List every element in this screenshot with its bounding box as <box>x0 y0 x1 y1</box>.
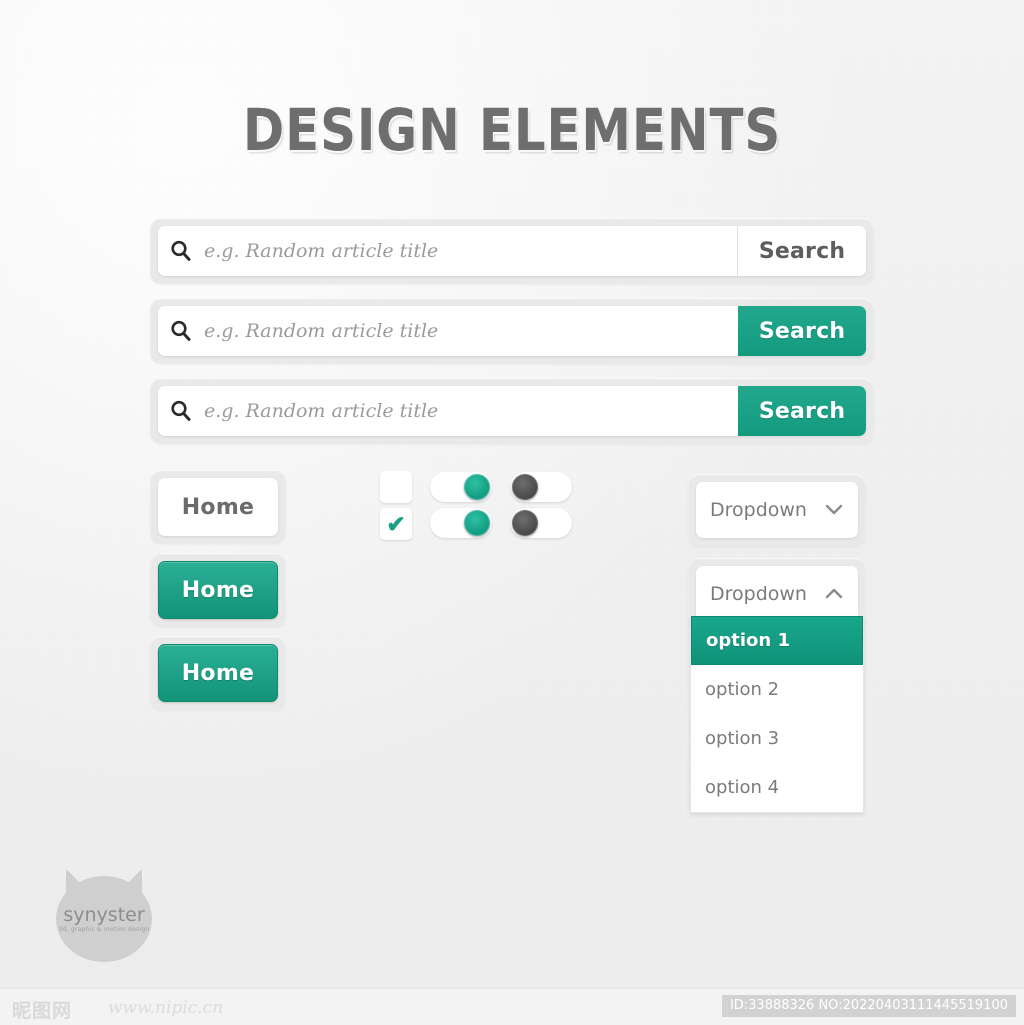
checkbox-checked[interactable]: ✔ <box>380 508 412 540</box>
dropdown-label: Dropdown <box>710 499 807 521</box>
dropdown-header[interactable]: Dropdown <box>696 482 858 538</box>
toggle-switch-off[interactable] <box>510 508 572 538</box>
search-input[interactable] <box>204 307 738 355</box>
home-button[interactable]: Home <box>158 478 278 536</box>
search-button[interactable]: Search <box>737 226 866 276</box>
search-button[interactable]: Search <box>738 306 866 356</box>
chevron-up-icon <box>824 583 844 605</box>
dropdown-label: Dropdown <box>710 583 807 605</box>
logo-tagline: 3d, graphic & motion design <box>58 926 150 933</box>
home-button-teal-wrapper: Home <box>150 636 286 710</box>
checkbox-unchecked[interactable] <box>380 471 412 503</box>
toggle-knob <box>464 474 490 500</box>
home-button-light-wrapper: Home <box>150 470 286 544</box>
toggle-knob <box>464 510 490 536</box>
dropdown-option-2[interactable]: option 2 <box>691 665 863 714</box>
search-icon <box>158 386 204 436</box>
synyster-logo: synyster 3d, graphic & motion design <box>55 864 153 962</box>
search-input-wrapper[interactable]: Search <box>158 386 866 436</box>
chevron-down-icon <box>824 499 844 521</box>
dropdown-option-list: option 1 option 2 option 3 option 4 <box>690 616 864 813</box>
search-bar-teal-square: Search <box>150 298 874 364</box>
search-bar-plain: Search <box>150 218 874 284</box>
home-button[interactable]: Home <box>158 644 278 702</box>
toggle-switch-off[interactable] <box>510 472 572 502</box>
toggle-switch-on[interactable] <box>430 472 492 502</box>
watermark-site-name: 昵图网 <box>12 1000 73 1022</box>
search-input[interactable] <box>204 387 738 435</box>
search-input-wrapper[interactable]: Search <box>158 226 866 276</box>
dropdown-option-3[interactable]: option 3 <box>691 714 863 763</box>
dropdown-closed[interactable]: Dropdown <box>688 474 866 546</box>
home-button[interactable]: Home <box>158 561 278 619</box>
dropdown-option-4[interactable]: option 4 <box>691 763 863 812</box>
check-icon: ✔ <box>386 510 406 537</box>
watermark-id-badge: ID:33888326 NO:20220403111445519100 <box>721 995 1016 1017</box>
page-title: DESIGN ELEMENTS <box>242 96 782 164</box>
search-button[interactable]: Search <box>738 386 866 436</box>
toggle-knob <box>512 474 538 500</box>
search-icon <box>158 306 204 356</box>
watermark-url: www.nipic.cn <box>108 998 224 1018</box>
toggle-knob <box>512 510 538 536</box>
watermark-bar: 昵图网 www.nipic.cn ID:33888326 NO:20220403… <box>0 988 1024 1025</box>
page-canvas: DESIGN ELEMENTS Search Search <box>0 0 1024 1025</box>
dropdown-header[interactable]: Dropdown <box>696 566 858 622</box>
home-button-teal-wrapper: Home <box>150 553 286 627</box>
toggle-switch-on[interactable] <box>430 508 492 538</box>
search-input-wrapper[interactable]: Search <box>158 306 866 356</box>
search-input[interactable] <box>204 227 737 275</box>
dropdown-option-1[interactable]: option 1 <box>691 616 863 665</box>
logo-brand-text: synyster <box>63 904 145 926</box>
search-icon <box>158 226 204 276</box>
search-bar-teal-rounded: Search <box>150 378 874 444</box>
